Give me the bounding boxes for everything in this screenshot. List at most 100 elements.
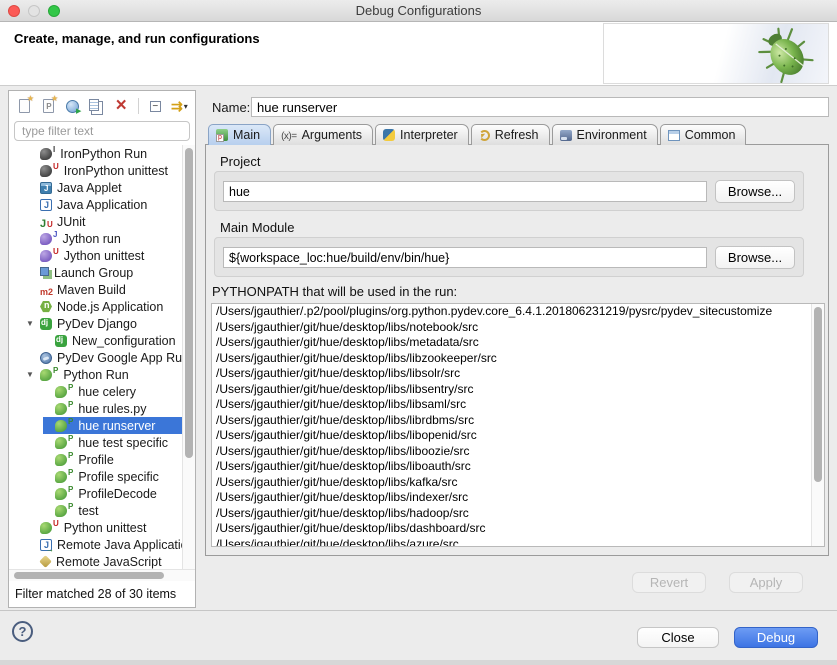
pythonpath-entry[interactable]: /Users/jgauthier/git/hue/desktop/libs/li… <box>212 366 824 382</box>
tree-item-launch-group[interactable]: Launch Group <box>9 264 195 281</box>
export-configurations-button[interactable] <box>62 95 83 117</box>
pythonpath-entry[interactable]: /Users/jgauthier/git/hue/desktop/libs/az… <box>212 537 824 548</box>
pythonpath-entry[interactable]: /Users/jgauthier/git/hue/desktop/libs/ha… <box>212 506 824 522</box>
snake-green-icon <box>55 403 67 415</box>
configurations-panel: ▾ IIronPython RunUIronPython unittestJav… <box>8 90 196 608</box>
minimize-window-icon[interactable] <box>28 5 40 17</box>
tree-item-label: JUnit <box>57 215 85 229</box>
tree-vscroll-thumb[interactable] <box>185 148 193 458</box>
zoom-window-icon[interactable] <box>48 5 60 17</box>
debug-button[interactable]: Debug <box>734 627 818 648</box>
tree-item-remote-javascript[interactable]: Remote JavaScript <box>9 553 195 569</box>
tab-arguments[interactable]: Arguments <box>273 124 373 145</box>
tree-item-remote-java-application[interactable]: Remote Java Application <box>9 536 195 553</box>
collapse-all-button[interactable] <box>145 95 166 117</box>
tree-item-test[interactable]: Ptest <box>9 502 195 519</box>
main-module-browse-button[interactable]: Browse... <box>715 246 795 269</box>
tree-item-label: test <box>78 504 98 518</box>
pythonpath-entry[interactable]: /Users/jgauthier/git/hue/desktop/libs/li… <box>212 413 824 429</box>
tab-environment[interactable]: Environment <box>552 124 658 145</box>
tree-item-pydev-django[interactable]: ▼PyDev Django <box>9 315 195 332</box>
tab-label: Arguments <box>302 128 362 142</box>
tree-item-python-run[interactable]: ▼PPython Run <box>9 366 195 383</box>
tree-item-hue-celery[interactable]: Phue celery <box>9 383 195 400</box>
tab-interpreter[interactable]: Interpreter <box>375 124 469 145</box>
pythonpath-vertical-scrollbar[interactable] <box>811 304 824 546</box>
tree-item-maven-build[interactable]: Maven Build <box>9 281 195 298</box>
filter-configurations-button[interactable]: ▾ <box>169 95 190 117</box>
django-icon <box>55 335 67 347</box>
left-toolbar: ▾ <box>9 91 195 121</box>
icon-overlay-letter: I <box>53 145 55 154</box>
pythonpath-entry[interactable]: /Users/jgauthier/git/hue/desktop/libs/li… <box>212 459 824 475</box>
icon-overlay-letter: P <box>68 485 73 494</box>
tree-item-ironpython-run[interactable]: IIronPython Run <box>9 145 195 162</box>
dialog-header: Create, manage, and run configurations <box>0 22 837 86</box>
expand-arrow-icon[interactable]: ▼ <box>25 370 35 379</box>
tree-item-node-js-application[interactable]: Node.js Application <box>9 298 195 315</box>
tree-item-hue-runserver[interactable]: Phue runserver <box>9 417 195 434</box>
filter-input[interactable] <box>14 121 190 141</box>
tree-hscroll-thumb[interactable] <box>14 572 164 579</box>
tree-item-label: Profile specific <box>78 470 159 484</box>
pythonpath-entry[interactable]: /Users/jgauthier/git/hue/desktop/libs/in… <box>212 490 824 506</box>
pythonpath-entry[interactable]: /Users/jgauthier/git/hue/desktop/libs/me… <box>212 335 824 351</box>
pythonpath-entry[interactable]: /Users/jgauthier/git/hue/desktop/libs/li… <box>212 382 824 398</box>
tree-item-new-configuration[interactable]: New_configuration <box>9 332 195 349</box>
tree-item-java-applet[interactable]: Java Applet <box>9 179 195 196</box>
tree-item-profile-specific[interactable]: PProfile specific <box>9 468 195 485</box>
tree-item-java-application[interactable]: Java Application <box>9 196 195 213</box>
project-browse-button[interactable]: Browse... <box>715 180 795 203</box>
tab-refresh[interactable]: Refresh <box>471 124 550 145</box>
help-button[interactable]: ? <box>12 621 33 642</box>
tree-item-python-unittest[interactable]: UPython unittest <box>9 519 195 536</box>
delete-configuration-button[interactable] <box>111 95 132 117</box>
pythonpath-entry[interactable]: /Users/jgauthier/git/hue/desktop/libs/ka… <box>212 475 824 491</box>
pythonpath-entry[interactable]: /Users/jgauthier/git/hue/desktop/libs/li… <box>212 444 824 460</box>
tree-item-hue-rules-py[interactable]: Phue rules.py <box>9 400 195 417</box>
apply-button[interactable]: Apply <box>729 572 803 593</box>
pythonpath-entry[interactable]: /Users/jgauthier/git/hue/desktop/libs/li… <box>212 428 824 444</box>
pythonpath-entry[interactable]: /Users/jgauthier/git/hue/desktop/libs/li… <box>212 351 824 367</box>
tree-item-profile[interactable]: PProfile <box>9 451 195 468</box>
snake-purple-icon <box>40 250 52 262</box>
revert-button[interactable]: Revert <box>632 572 706 593</box>
tree-horizontal-scrollbar[interactable] <box>9 569 195 581</box>
pythonpath-entry[interactable]: /Users/jgauthier/git/hue/desktop/libs/da… <box>212 521 824 537</box>
tree-item-jython-unittest[interactable]: U Jython unittest <box>9 247 195 264</box>
close-window-icon[interactable] <box>8 5 20 17</box>
tree-item-junit[interactable]: JUnit <box>9 213 195 230</box>
tree-item-label: ProfileDecode <box>78 487 157 501</box>
pythonpath-entry[interactable]: /Users/jgauthier/.p2/pool/plugins/org.py… <box>212 304 824 320</box>
pythonpath-vscroll-thumb[interactable] <box>814 307 822 482</box>
name-label: Name: <box>212 100 251 115</box>
new-configuration-button[interactable] <box>14 95 35 117</box>
junit-icon <box>40 216 52 228</box>
tab-common[interactable]: Common <box>660 124 747 145</box>
tab-main[interactable]: Main <box>208 124 271 145</box>
tree-item-label: hue runserver <box>78 419 155 433</box>
tree-vertical-scrollbar[interactable] <box>182 145 195 569</box>
pythonpath-entry[interactable]: /Users/jgauthier/git/hue/desktop/libs/no… <box>212 320 824 336</box>
snake-green-icon <box>55 505 67 517</box>
main-module-input[interactable] <box>223 247 707 268</box>
tree-item-label: Remote JavaScript <box>56 555 162 569</box>
tree-item-jython-run[interactable]: JJython run <box>9 230 195 247</box>
close-button[interactable]: Close <box>637 627 719 648</box>
duplicate-configuration-button[interactable] <box>86 95 107 117</box>
pythonpath-entry[interactable]: /Users/jgauthier/git/hue/desktop/libs/li… <box>212 397 824 413</box>
tree-item-label: Jython unittest <box>64 249 145 263</box>
tree-item-pydev-google-app-run[interactable]: PyDev Google App Run <box>9 349 195 366</box>
project-input[interactable] <box>223 181 707 202</box>
tree-item-hue-test-specific[interactable]: Phue test specific <box>9 434 195 451</box>
icon-overlay-letter: U <box>53 247 59 256</box>
tab-label: Refresh <box>495 128 539 142</box>
new-prototype-button[interactable] <box>38 95 59 117</box>
header-banner <box>603 23 829 84</box>
configurations-tree: IIronPython RunUIronPython unittestJava … <box>9 145 195 569</box>
name-input[interactable] <box>251 97 829 117</box>
tree-item-profiledecode[interactable]: P ProfileDecode <box>9 485 195 502</box>
expand-arrow-icon[interactable]: ▼ <box>25 319 35 328</box>
tree-item-ironpython-unittest[interactable]: UIronPython unittest <box>9 162 195 179</box>
gae-icon <box>40 352 52 364</box>
